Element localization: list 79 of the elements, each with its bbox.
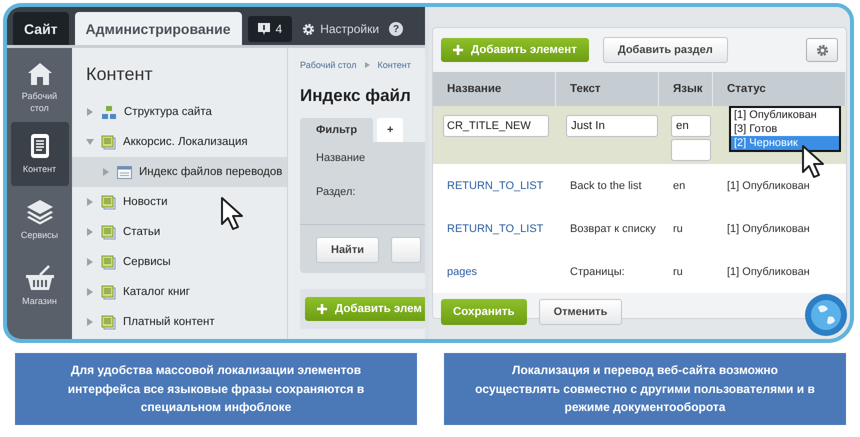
folder-page-icon xyxy=(101,254,116,270)
layers-icon xyxy=(26,198,54,225)
house-icon xyxy=(26,62,52,86)
expand-arrow-icon[interactable] xyxy=(86,228,94,236)
panel-title: Контент xyxy=(85,63,154,86)
table-cell: en xyxy=(673,180,686,192)
breadcrumb-link[interactable]: Рабочий стол xyxy=(300,60,356,70)
notification-icon xyxy=(258,23,270,35)
breadcrumb-link[interactable]: Контент xyxy=(378,60,411,70)
page-title: Индекс файл xyxy=(300,86,412,106)
expand-arrow-icon[interactable] xyxy=(86,318,94,326)
name-link[interactable]: pages xyxy=(447,266,477,278)
tree-item[interactable]: Индекс файлов переводов xyxy=(72,157,287,187)
folder-page-icon xyxy=(101,224,116,240)
notification-count: 4 xyxy=(276,22,282,36)
table-cell: ru xyxy=(673,222,683,234)
tree-item[interactable]: Каталог книг xyxy=(72,277,287,307)
gear-icon xyxy=(302,22,316,36)
column-header[interactable]: Название xyxy=(433,72,556,106)
expand-arrow-icon[interactable] xyxy=(86,258,94,266)
table-cell: [1] Опубликован xyxy=(727,180,810,192)
folder-page-icon xyxy=(101,134,116,150)
expand-arrow-icon[interactable] xyxy=(86,108,94,116)
field-label: Название xyxy=(316,152,366,166)
tree-item[interactable]: Аккорсис. Локализация xyxy=(72,127,287,157)
notifications-button[interactable]: 4 xyxy=(248,16,292,42)
caption-text: Для удобства массовой локализации элементов интерфейса все языковые фразы сохраняются в специальном инфоблоке xyxy=(15,353,417,425)
name-input[interactable]: CR_TITLE_NEW xyxy=(443,115,549,137)
top-tab[interactable]: Сайт xyxy=(13,12,69,45)
filter-tab[interactable]: + xyxy=(377,118,404,142)
sidebar-item[interactable]: Рабочий стол xyxy=(10,56,68,120)
cancel-button[interactable]: Отменить xyxy=(538,299,622,325)
text-input[interactable]: Just In xyxy=(566,115,658,137)
settings-button[interactable]: Настройки xyxy=(298,22,384,36)
folder-page-icon xyxy=(101,314,116,330)
add-section-button[interactable]: Добавить раздел xyxy=(602,37,728,63)
column-header[interactable]: Язык xyxy=(659,72,713,106)
tree-item[interactable]: Сервисы xyxy=(72,247,287,277)
top-tab[interactable]: Администрирование xyxy=(74,12,242,45)
collapse-arrow-icon[interactable] xyxy=(86,138,94,146)
field-label: Раздел: xyxy=(316,186,356,200)
tree-item[interactable]: Структура сайта xyxy=(72,97,287,127)
sidebar-item[interactable]: Сервисы xyxy=(10,188,68,252)
expand-arrow-icon[interactable] xyxy=(86,288,94,296)
table-cell: Страницы: xyxy=(570,266,625,278)
dropdown-option[interactable]: [3] Готов xyxy=(731,122,839,136)
settings-button[interactable] xyxy=(806,38,838,62)
plus-icon xyxy=(317,304,327,314)
tree-item[interactable]: Новости xyxy=(72,187,287,217)
tree-item[interactable]: Платный контент xyxy=(72,307,287,337)
table-cell: Возврат к списку xyxy=(570,222,656,234)
table-cell: Back to the list xyxy=(570,180,642,192)
basket-icon xyxy=(24,264,54,291)
tree-item[interactable]: Статьи xyxy=(72,217,287,247)
filter-tab[interactable]: Фильтр xyxy=(300,118,374,142)
table-cell: ru xyxy=(673,266,683,278)
folder-page-icon xyxy=(101,284,116,300)
structure-icon xyxy=(101,104,117,120)
expand-arrow-icon[interactable] xyxy=(86,198,94,206)
expand-arrow-icon[interactable] xyxy=(102,168,110,176)
cursor-icon xyxy=(220,196,246,232)
language-input[interactable] xyxy=(671,139,711,161)
table-cell: [1] Опубликован xyxy=(727,222,810,234)
sidebar-item[interactable]: Магазин xyxy=(10,254,68,318)
column-header[interactable]: Статус xyxy=(713,72,846,106)
gear-icon xyxy=(816,44,828,56)
column-header[interactable]: Текст xyxy=(556,72,659,106)
list-page-icon xyxy=(117,166,132,178)
language-input[interactable]: en xyxy=(671,115,711,137)
table-cell: [1] Опубликован xyxy=(727,266,810,278)
help-button[interactable]: ? xyxy=(389,22,404,36)
breadcrumb-separator-icon xyxy=(364,62,370,68)
find-button[interactable]: Найти xyxy=(316,237,379,263)
dropdown-option[interactable]: [1] Опубликован xyxy=(731,108,839,122)
document-icon xyxy=(30,132,50,159)
plus-icon xyxy=(453,45,463,55)
sidebar-item[interactable]: Контент xyxy=(10,122,68,186)
folder-page-icon xyxy=(101,194,116,210)
caption-text: Локализация и перевод веб-сайта возможно осуществлять совместно с другими пользователями и в режиме документооборота xyxy=(444,353,846,425)
